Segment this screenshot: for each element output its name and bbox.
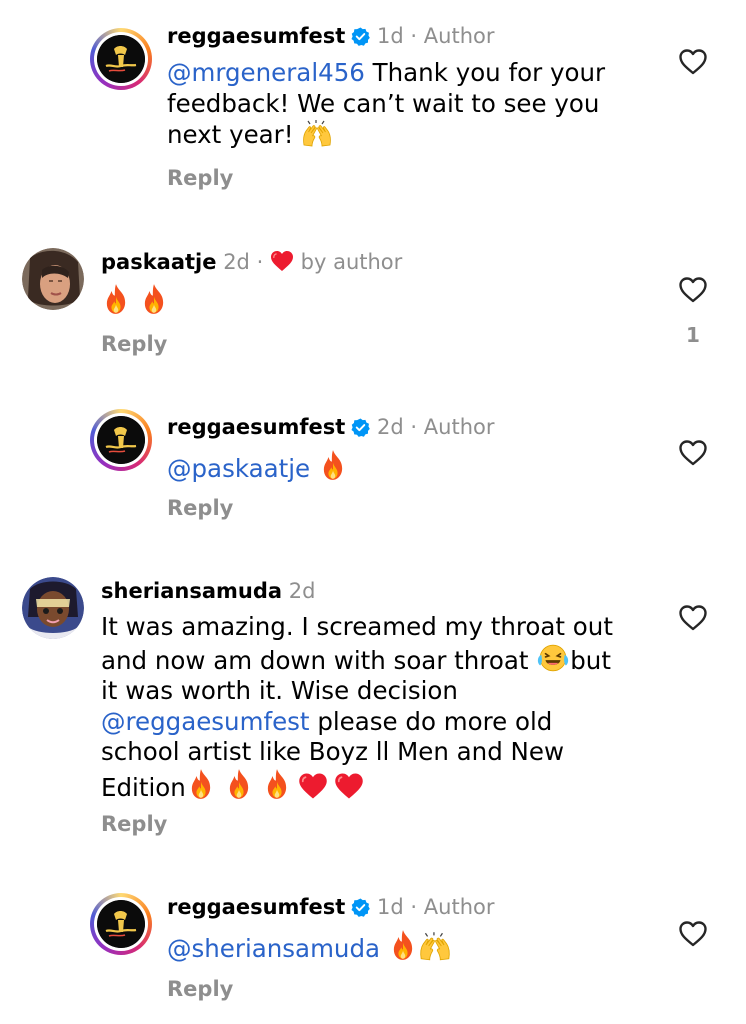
comment-meta: reggaesumfest 1d · Author	[167, 23, 494, 49]
reply-button[interactable]: Reply	[101, 812, 167, 836]
reggaesumfest-logo-icon	[97, 35, 145, 83]
timestamp: 1d	[377, 895, 404, 919]
comment-text-content: and now am down with soar throat	[101, 645, 537, 675]
reggaesumfest-logo-icon	[97, 900, 145, 948]
reggaesumfest-logo-icon	[97, 416, 145, 464]
red-heart-icon	[334, 772, 364, 800]
raised-hands-icon	[418, 931, 452, 961]
comment-text: @paskaatje	[167, 449, 348, 485]
separator-dot: ·	[410, 415, 418, 439]
comment-text: @mrgeneral456 Thank you for your feedbac…	[167, 58, 637, 151]
reply-button[interactable]: Reply	[167, 166, 233, 190]
fire-icon	[186, 768, 216, 800]
username[interactable]: reggaesumfest	[167, 895, 345, 919]
comment-reply-3: reggaesumfest 1d · Author @sheriansamuda…	[0, 880, 746, 1024]
fire-icon	[139, 283, 169, 315]
verified-badge-icon	[351, 898, 370, 917]
liked-by-author-heart-icon	[270, 250, 294, 272]
comment-text	[101, 283, 169, 319]
like-heart-icon[interactable]	[678, 48, 708, 76]
fire-icon	[318, 449, 348, 481]
timestamp: 2d	[223, 250, 250, 274]
mention-link[interactable]: @sheriansamuda	[167, 934, 380, 963]
reply-button[interactable]: Reply	[167, 977, 233, 1001]
comment-meta: reggaesumfest 1d · Author	[167, 894, 494, 920]
avatar[interactable]	[22, 248, 84, 310]
comment-line: Edition	[101, 768, 661, 804]
author-tag: Author	[423, 895, 495, 919]
verified-badge-icon	[351, 27, 370, 46]
comment-meta: reggaesumfest 2d · Author	[167, 414, 494, 440]
fire-icon	[224, 768, 254, 800]
like-heart-icon[interactable]	[678, 276, 708, 304]
comment-text: @sheriansamuda	[167, 929, 452, 965]
comment-line: It was amazing. I screamed my throat out	[101, 612, 613, 641]
username[interactable]: sheriansamuda	[101, 579, 282, 603]
liked-by-author-label: by author	[300, 250, 403, 274]
fire-icon	[101, 283, 131, 315]
comment-reply-2: reggaesumfest 2d · Author @paskaatje Rep…	[0, 395, 746, 535]
red-heart-icon	[298, 772, 328, 800]
mention-link[interactable]: @paskaatje	[167, 454, 310, 483]
reply-button[interactable]: Reply	[167, 496, 233, 520]
avatar[interactable]	[90, 893, 152, 955]
comment-meta: paskaatje 2d · by author	[101, 249, 402, 275]
laughing-tears-icon	[536, 643, 570, 673]
comment-line: @reggaesumfest please do more old	[101, 707, 661, 738]
like-heart-icon[interactable]	[678, 439, 708, 467]
comment-text-content: please do more old	[309, 706, 553, 736]
username[interactable]: paskaatje	[101, 250, 217, 274]
comment-line: and now am down with soar throat but	[101, 643, 661, 677]
username[interactable]: reggaesumfest	[167, 24, 345, 48]
avatar[interactable]	[90, 409, 152, 471]
comment-text-content: but	[570, 645, 611, 675]
mention-link[interactable]: @reggaesumfest	[101, 707, 310, 736]
mention-link[interactable]: @mrgeneral456	[167, 58, 365, 87]
comment-3: sheriansamuda 2d It was amazing. I screa…	[0, 570, 746, 850]
reply-button[interactable]: Reply	[101, 332, 167, 356]
separator-dot: ·	[410, 895, 418, 919]
raised-hands-icon	[301, 119, 333, 147]
like-heart-icon[interactable]	[678, 604, 708, 632]
separator-dot: ·	[256, 250, 264, 274]
avatar[interactable]	[22, 577, 84, 639]
comment-reply-1: reggaesumfest 1d · Author @mrgeneral456 …	[0, 0, 746, 200]
timestamp: 2d	[377, 415, 404, 439]
username[interactable]: reggaesumfest	[167, 415, 345, 439]
fire-icon	[388, 929, 418, 961]
like-heart-icon[interactable]	[678, 920, 708, 948]
comment-line: it was worth it. Wise decision	[101, 676, 458, 705]
comment-text: It was amazing. I screamed my throat out…	[101, 612, 661, 803]
author-tag: Author	[423, 24, 495, 48]
timestamp: 1d	[377, 24, 404, 48]
comment-line: school artist like Boyz ll Men and New	[101, 737, 564, 766]
comment-2: paskaatje 2d · by author Reply 1	[0, 240, 746, 370]
avatar[interactable]	[90, 28, 152, 90]
separator-dot: ·	[410, 24, 418, 48]
like-count: 1	[686, 323, 700, 347]
timestamp: 2d	[288, 579, 316, 603]
comment-meta: sheriansamuda 2d	[101, 578, 315, 604]
comment-text-content: Edition	[101, 772, 186, 802]
fire-icon	[262, 768, 292, 800]
verified-badge-icon	[351, 418, 370, 437]
author-tag: Author	[423, 415, 495, 439]
